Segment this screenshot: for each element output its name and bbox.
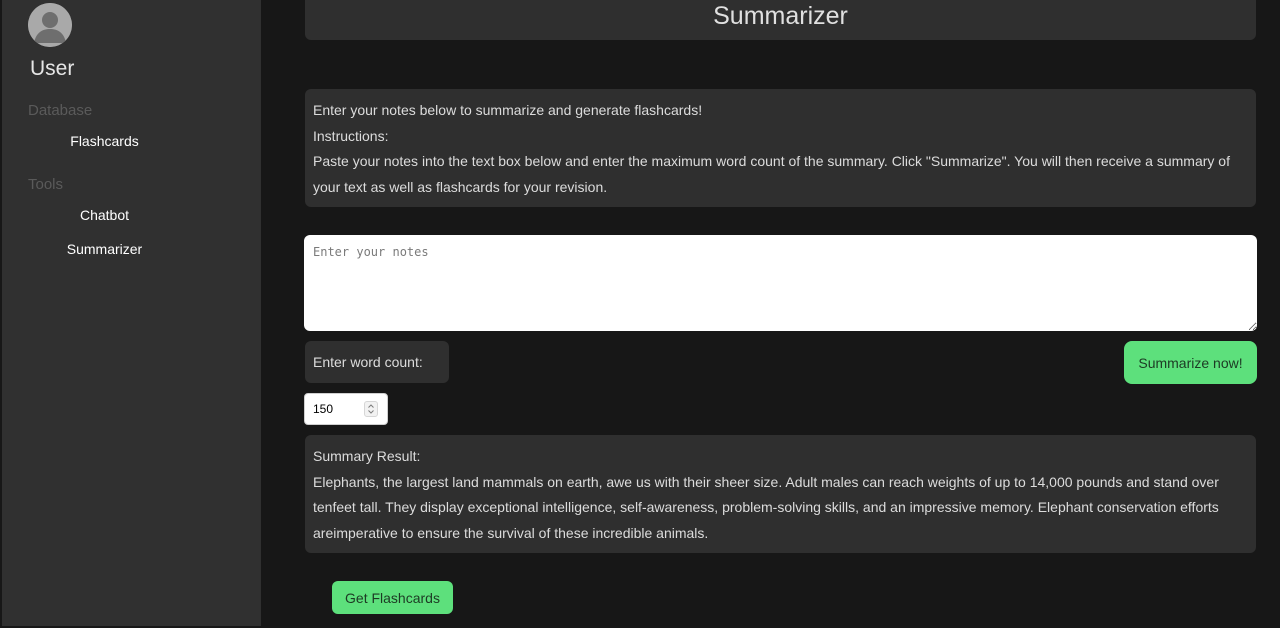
page-title: Summarizer [305,0,1256,40]
summary-result-heading: Summary Result: [313,448,421,464]
word-count-input[interactable] [313,400,361,418]
summary-result-text: Elephants, the largest land mammals on e… [313,473,1219,541]
app: User Database Flashcards Tools Chatbot S… [0,0,1280,628]
instructions-heading: Instructions: [313,127,389,144]
word-count-label: Enter word count: [305,341,449,383]
section-title-database: Database [28,102,93,119]
word-count-field [304,393,388,425]
summarize-button[interactable]: Summarize now! [1124,341,1257,384]
word-count-stepper[interactable] [364,401,378,417]
instructions-intro: Enter your notes below to summarize and … [313,102,703,118]
user-avatar-icon[interactable] [28,3,72,47]
sidebar-item-summarizer[interactable]: Summarizer [2,241,207,257]
summary-result-panel: Summary Result: Elephants, the largest l… [305,435,1256,553]
instructions-body: Paste your notes into the text box below… [313,153,1230,195]
stepper-arrows-icon [368,404,374,414]
main-content: Summarizer Enter your notes below to sum… [262,0,1280,628]
sidebar-item-flashcards[interactable]: Flashcards [2,133,207,149]
user-name: User [30,57,75,80]
get-flashcards-button[interactable]: Get Flashcards [332,581,453,614]
section-title-tools: Tools [28,176,64,193]
notes-input[interactable] [304,235,1257,331]
sidebar: User Database Flashcards Tools Chatbot S… [2,0,261,626]
sidebar-item-chatbot[interactable]: Chatbot [2,207,207,223]
instructions-panel: Enter your notes below to summarize and … [305,89,1256,207]
